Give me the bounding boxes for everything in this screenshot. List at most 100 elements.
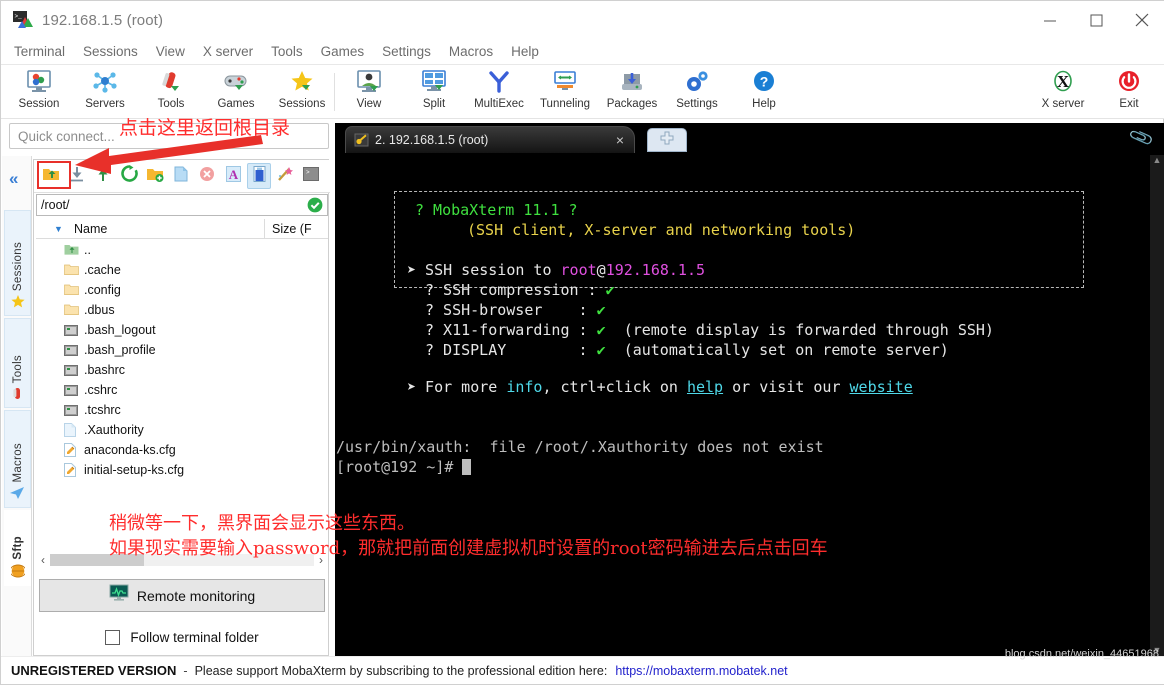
window-controls bbox=[1027, 1, 1164, 39]
sidebar-tab-sftp[interactable]: Sftp bbox=[4, 510, 31, 586]
xserver-icon: X bbox=[1050, 67, 1076, 97]
toolbar-tools-button[interactable]: Tools bbox=[137, 67, 205, 117]
sidebar-tab-tools[interactable]: Tools bbox=[4, 318, 31, 408]
table-row[interactable]: .. bbox=[36, 240, 328, 260]
packages-icon bbox=[619, 67, 645, 97]
mobaxterm-website-link[interactable]: https://mobaxterm.mobatek.net bbox=[615, 664, 787, 678]
banner-footer-website-link[interactable]: website bbox=[850, 378, 913, 396]
toolbar-help-button[interactable]: ? Help bbox=[730, 67, 798, 117]
toolbar-view-button[interactable]: View bbox=[335, 67, 403, 117]
toolbar-tunneling-label: Tunneling bbox=[539, 98, 591, 110]
permissions-button[interactable] bbox=[273, 163, 297, 189]
banner-row-label: ? SSH compression bbox=[425, 281, 579, 299]
menu-view[interactable]: View bbox=[147, 42, 194, 61]
menu-terminal[interactable]: Terminal bbox=[5, 42, 74, 61]
maximize-button[interactable] bbox=[1073, 1, 1119, 39]
toolbar-sessions-button[interactable]: Sessions bbox=[268, 67, 336, 117]
toolbar-xserver-button[interactable]: X X server bbox=[1029, 67, 1097, 117]
menu-help[interactable]: Help bbox=[502, 42, 548, 61]
file-name: .bash_profile bbox=[84, 343, 156, 357]
title-bar: >_ 192.168.1.5 (root) bbox=[1, 1, 1164, 39]
menu-games[interactable]: Games bbox=[312, 42, 374, 61]
column-header-size[interactable]: Size (F bbox=[272, 222, 312, 236]
banner-row-note: (automatically set on remote server) bbox=[623, 341, 949, 359]
file-list-horizontal-scrollbar[interactable]: ‹ › bbox=[36, 552, 328, 568]
unregistered-version-label: UNREGISTERED VERSION bbox=[11, 663, 177, 678]
remote-monitoring-button[interactable]: Remote monitoring bbox=[39, 579, 325, 612]
banner-row-pad bbox=[579, 281, 588, 299]
toolbar-exit-label: Exit bbox=[1119, 98, 1139, 110]
table-row[interactable]: .dbus bbox=[36, 300, 328, 320]
status-message: Please support MobaXterm by subscribing … bbox=[194, 663, 608, 678]
terminal-tab-strip: 2. 192.168.1.5 (root) × 📎 bbox=[335, 123, 1164, 155]
file-list[interactable]: .. .cache .config .dbus .bash_logout .ba… bbox=[36, 240, 328, 536]
banner-row-note: (remote display is forwarded through SSH… bbox=[623, 321, 994, 339]
watermark-text: blog.csdn.net/weixin_44651968 bbox=[1004, 648, 1159, 660]
new-tab-button[interactable] bbox=[647, 128, 687, 152]
table-row[interactable]: initial-setup-ks.cfg 1 bbox=[36, 460, 328, 480]
table-row[interactable]: .bash_profile 1 bbox=[36, 340, 328, 360]
terminal-output[interactable]: ? MobaXterm 11.1 ? (SSH client, X-server… bbox=[335, 155, 1164, 657]
terminal-here-button[interactable]: > bbox=[299, 163, 323, 189]
file-name: .bashrc bbox=[84, 363, 125, 377]
toolbar-exit-button[interactable]: Exit bbox=[1095, 67, 1163, 117]
table-row[interactable]: .cache bbox=[36, 260, 328, 280]
follow-terminal-folder-row[interactable]: Follow terminal folder bbox=[39, 622, 325, 652]
menu-tools[interactable]: Tools bbox=[262, 42, 312, 61]
table-row[interactable]: .cshrc 1 bbox=[36, 380, 328, 400]
terminal-tab[interactable]: 2. 192.168.1.5 (root) × bbox=[345, 126, 635, 153]
column-header-name[interactable]: Name bbox=[74, 222, 107, 236]
minimize-button[interactable] bbox=[1027, 1, 1073, 39]
sftp-path-input[interactable]: /root/ bbox=[36, 194, 328, 216]
scroll-right-icon[interactable]: › bbox=[314, 553, 328, 567]
toolbar-split-button[interactable]: Split bbox=[400, 67, 468, 117]
table-row[interactable]: .Xauthority 1 bbox=[36, 420, 328, 440]
paperclip-icon[interactable]: 📎 bbox=[1128, 124, 1156, 151]
script-file-icon bbox=[64, 343, 79, 357]
sidebar-tab-macros[interactable]: Macros bbox=[4, 410, 31, 508]
sidebar-tab-sessions[interactable]: Sessions bbox=[4, 210, 31, 316]
close-button[interactable] bbox=[1119, 1, 1164, 39]
banner-footer-info-link[interactable]: info bbox=[506, 378, 542, 396]
file-name: .. bbox=[84, 243, 91, 257]
file-name: anaconda-ks.cfg bbox=[84, 443, 176, 457]
banner-row-check: ✔ bbox=[605, 281, 615, 299]
plane-icon bbox=[10, 487, 25, 502]
tunneling-icon bbox=[552, 67, 578, 97]
terminal-tab-close-icon[interactable]: × bbox=[616, 132, 624, 148]
toolbar-games-button[interactable]: Games bbox=[202, 67, 270, 117]
menu-bar: Terminal Sessions View X server Tools Ga… bbox=[1, 39, 1164, 65]
terminal-scrollbar[interactable]: ▲ ▼ bbox=[1150, 155, 1164, 657]
menu-macros[interactable]: Macros bbox=[440, 42, 502, 61]
menu-x-server[interactable]: X server bbox=[194, 42, 262, 61]
annotation-highlight-box bbox=[37, 161, 71, 189]
scrollbar-track[interactable] bbox=[50, 554, 314, 566]
sidebar-tab-sessions-label: Sessions bbox=[11, 241, 24, 291]
table-row[interactable]: .config bbox=[36, 280, 328, 300]
follow-terminal-folder-checkbox[interactable] bbox=[105, 629, 121, 645]
collapse-panel-button[interactable]: « bbox=[9, 169, 18, 189]
menu-settings[interactable]: Settings bbox=[373, 42, 440, 61]
scroll-left-icon[interactable]: ‹ bbox=[36, 553, 50, 567]
table-row[interactable]: .bash_logout 1 bbox=[36, 320, 328, 340]
folder-icon bbox=[64, 303, 79, 317]
exit-power-icon bbox=[1116, 67, 1142, 97]
sftp-path-value: /root/ bbox=[41, 198, 70, 212]
toolbar-packages-button[interactable]: Packages bbox=[598, 67, 666, 117]
menu-sessions[interactable]: Sessions bbox=[74, 42, 147, 61]
status-bar: UNREGISTERED VERSION - Please support Mo… bbox=[1, 656, 1164, 684]
session-icon bbox=[26, 67, 52, 97]
scrollbar-thumb[interactable] bbox=[50, 554, 144, 566]
settings-gear-icon bbox=[684, 67, 710, 97]
scroll-up-icon[interactable]: ▲ bbox=[1150, 155, 1164, 165]
table-row[interactable]: anaconda-ks.cfg 1 bbox=[36, 440, 328, 460]
table-row[interactable]: .bashrc 1 bbox=[36, 360, 328, 380]
toolbar-multiexec-button[interactable]: MultiExec bbox=[465, 67, 533, 117]
toolbar-session-button[interactable]: Session bbox=[5, 67, 73, 117]
toolbar-xserver-label: X server bbox=[1041, 98, 1085, 110]
banner-footer-help-link[interactable]: help bbox=[687, 378, 723, 396]
toolbar-settings-button[interactable]: Settings bbox=[663, 67, 731, 117]
table-row[interactable]: .tcshrc 1 bbox=[36, 400, 328, 420]
toolbar-tunneling-button[interactable]: Tunneling bbox=[531, 67, 599, 117]
toolbar-servers-button[interactable]: Servers bbox=[71, 67, 139, 117]
